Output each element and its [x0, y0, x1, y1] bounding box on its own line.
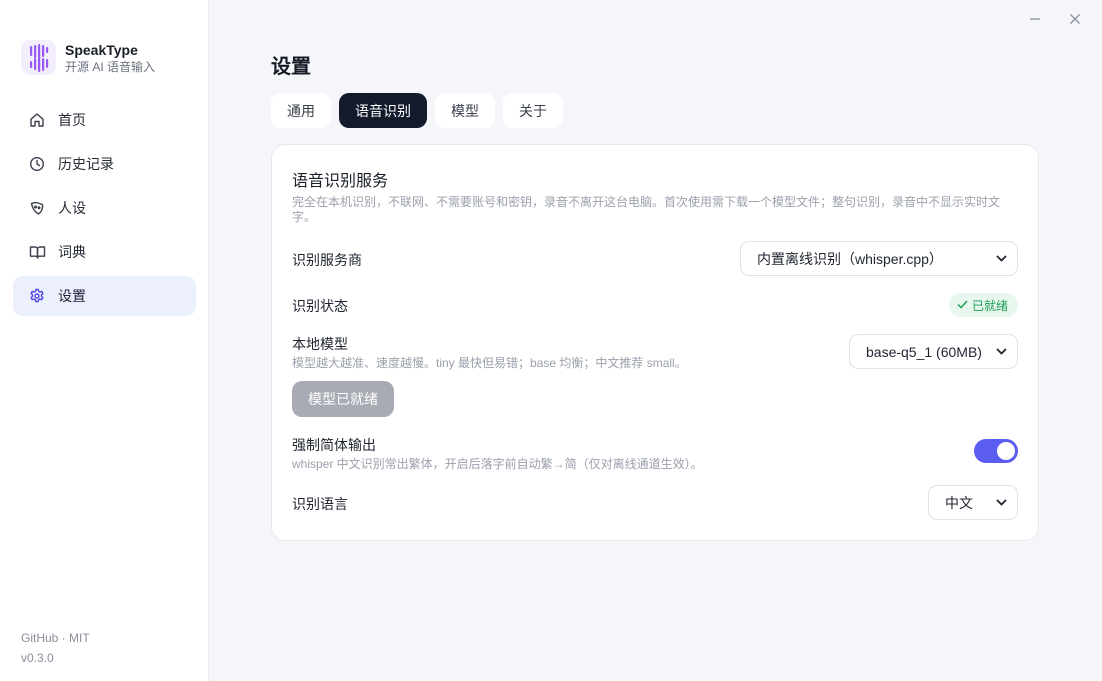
- sidebar-item-label: 首页: [58, 112, 86, 128]
- tab-general[interactable]: 通用: [271, 93, 331, 128]
- main-content: 设置 通用 语音识别 模型 关于 语音识别服务 完全在本机识别，不联网、不需要账…: [209, 0, 1102, 681]
- footer-links[interactable]: GitHub · MIT: [21, 628, 90, 648]
- tab-model[interactable]: 模型: [435, 93, 495, 128]
- simplified-output-hint: whisper 中文识别常出繁体，开启后落字前自动繁→简（仅对离线通道生效）。: [292, 457, 703, 471]
- local-model-hint: 模型越大越准、速度越慢。tiny 最快但易错；base 均衡；中文推荐 smal…: [292, 356, 687, 370]
- home-icon: [28, 111, 46, 129]
- simplified-output-toggle[interactable]: [974, 439, 1018, 463]
- toggle-knob: [997, 442, 1015, 460]
- sidebar-item-persona[interactable]: 人设: [13, 188, 196, 228]
- settings-tabs: 通用 语音识别 模型 关于: [271, 93, 563, 128]
- brand-name: SpeakType: [65, 41, 138, 58]
- clock-icon: [28, 155, 46, 173]
- close-icon[interactable]: [1066, 10, 1084, 28]
- chevron-down-icon: [995, 253, 1007, 265]
- tab-about[interactable]: 关于: [503, 93, 563, 128]
- model-ready-button[interactable]: 模型已就绪: [292, 381, 394, 417]
- sidebar-footer: GitHub · MIT v0.3.0: [21, 628, 90, 668]
- sidebar-item-settings[interactable]: 设置: [13, 276, 196, 316]
- status-label: 识别状态: [292, 298, 348, 314]
- gear-icon: [28, 287, 46, 305]
- persona-icon: [28, 199, 46, 217]
- language-label: 识别语言: [292, 496, 348, 512]
- provider-select-value: 内置离线识别（whisper.cpp）: [757, 250, 943, 267]
- sidebar-item-label: 人设: [58, 200, 86, 216]
- chevron-down-icon: [995, 497, 1007, 509]
- page-title: 设置: [271, 56, 311, 78]
- sidebar-item-dictionary[interactable]: 词典: [13, 232, 196, 272]
- speech-service-card: 语音识别服务 完全在本机识别，不联网、不需要账号和密钥，录音不离开这台电脑。首次…: [271, 144, 1039, 541]
- check-icon: [957, 298, 968, 312]
- window-controls: [1026, 10, 1084, 28]
- local-model-select[interactable]: base-q5_1 (60MB): [849, 334, 1018, 369]
- brand: SpeakType 开源 AI 语音输入: [21, 40, 155, 75]
- chevron-down-icon: [995, 346, 1007, 358]
- local-model-label: 本地模型: [292, 336, 348, 352]
- version-label: v0.3.0: [21, 651, 54, 665]
- tab-speech-recognition[interactable]: 语音识别: [339, 93, 427, 128]
- card-title: 语音识别服务: [292, 173, 389, 190]
- language-select-value: 中文: [945, 494, 973, 511]
- sidebar: SpeakType 开源 AI 语音输入 首页 历史记录 人设 词典 设置 Gi…: [0, 0, 209, 681]
- simplified-output-label: 强制简体输出: [292, 437, 376, 453]
- card-description: 完全在本机识别，不联网、不需要账号和密钥，录音不离开这台电脑。首次使用需下载一个…: [292, 195, 1001, 224]
- local-model-select-value: base-q5_1 (60MB): [866, 343, 982, 360]
- app-window: SpeakType 开源 AI 语音输入 首页 历史记录 人设 词典 设置 Gi…: [0, 0, 1102, 681]
- provider-label: 识别服务商: [292, 252, 362, 268]
- language-select[interactable]: 中文: [928, 485, 1018, 520]
- provider-select[interactable]: 内置离线识别（whisper.cpp）: [740, 241, 1018, 276]
- sidebar-item-label: 词典: [58, 244, 86, 260]
- status-badge: 已就绪: [948, 293, 1018, 317]
- status-badge-text: 已就绪: [971, 298, 1008, 313]
- minimize-icon[interactable]: [1026, 10, 1044, 28]
- book-icon: [28, 243, 46, 261]
- sidebar-item-history[interactable]: 历史记录: [13, 144, 196, 184]
- sidebar-item-label: 历史记录: [58, 156, 114, 172]
- sidebar-item-home[interactable]: 首页: [13, 100, 196, 140]
- brand-subtitle: 开源 AI 语音输入: [65, 59, 156, 74]
- sidebar-item-label: 设置: [58, 288, 86, 304]
- sidebar-nav: 首页 历史记录 人设 词典 设置: [13, 100, 196, 320]
- s-logo-icon: [21, 40, 56, 75]
